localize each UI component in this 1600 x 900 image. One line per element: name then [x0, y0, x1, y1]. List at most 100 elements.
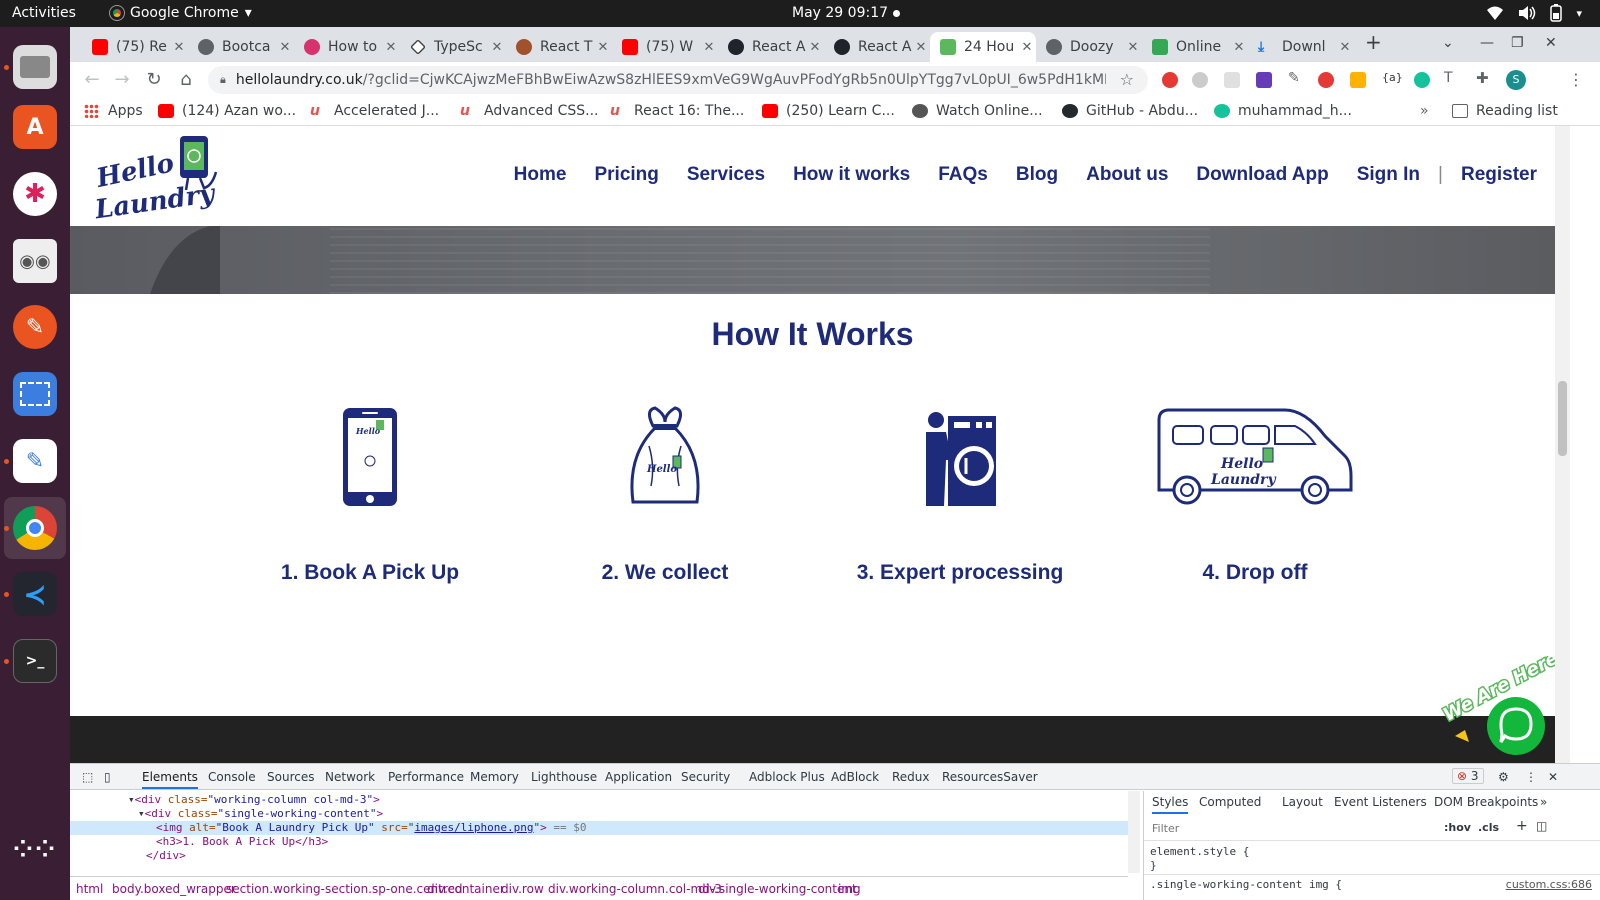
tab-computed[interactable]: Computed — [1199, 795, 1261, 809]
tab-event-listeners[interactable]: Event Listeners — [1334, 795, 1427, 809]
profile-avatar[interactable]: S — [1506, 70, 1526, 90]
bookmark-item[interactable]: (124) Azan wo... — [158, 103, 296, 119]
error-counter[interactable]: ⊗ 3 — [1452, 768, 1484, 784]
browser-tab[interactable]: React A ✕ — [824, 32, 930, 62]
close-icon[interactable]: ✕ — [1230, 40, 1248, 55]
crumb-item[interactable]: div.single-working-content — [698, 882, 857, 896]
address-bar[interactable]: 🔒︎ hellolaundry.co.uk/?gclid=CjwKCAjwzMe… — [208, 66, 1148, 94]
vscode-icon[interactable]: ≺ — [13, 572, 57, 616]
maximize-icon[interactable]: ❐ — [1511, 35, 1524, 51]
nav-pricing[interactable]: Pricing — [594, 164, 658, 186]
nav-blog[interactable]: Blog — [1016, 164, 1058, 186]
system-tray[interactable]: ▾ — [1486, 4, 1582, 22]
tab-sources[interactable]: Sources — [267, 770, 314, 784]
json-extension-icon[interactable]: {a} — [1382, 71, 1403, 87]
browser-tab[interactable]: TypeSc ✕ — [400, 32, 506, 62]
browser-tab[interactable]: React A ✕ — [718, 32, 824, 62]
close-icon[interactable]: ✕ — [1018, 40, 1036, 55]
nav-services[interactable]: Services — [687, 164, 765, 186]
bookmark-item[interactable]: u Advanced CSS... — [460, 103, 599, 119]
app-menu[interactable]: Google Chrome ▾ — [109, 5, 252, 21]
bookmark-apps[interactable]: Apps — [84, 103, 143, 119]
tab-memory[interactable]: Memory — [470, 770, 519, 784]
nav-sign-in[interactable]: Sign In — [1357, 164, 1420, 186]
close-icon[interactable]: ✕ — [806, 40, 824, 55]
crumb-item[interactable]: img — [838, 882, 861, 896]
close-icon[interactable]: ✕ — [276, 40, 294, 55]
document-viewer-icon[interactable]: ◉◉ — [13, 239, 57, 283]
tab-network[interactable]: Network — [325, 770, 375, 784]
close-icon[interactable]: ✕ — [594, 40, 612, 55]
dom-node[interactable]: <h3>1. Book A Pick Up</h3> — [70, 835, 1128, 849]
activities-button[interactable]: Activities — [12, 5, 76, 21]
chrome-dock-icon[interactable] — [13, 506, 57, 550]
tab-lighthouse[interactable]: Lighthouse — [531, 770, 597, 784]
scrollbar-thumb[interactable] — [1558, 381, 1567, 456]
tab-resourcessaver[interactable]: ResourcesSaver — [942, 770, 1038, 784]
bookmark-item[interactable]: u Accelerated J... — [310, 103, 439, 119]
browser-tab[interactable]: Online ✕ — [1142, 32, 1248, 62]
reload-icon[interactable]: ↻ — [142, 68, 166, 92]
devtools-close-icon[interactable]: ✕ — [1548, 770, 1558, 784]
show-applications-icon[interactable]: ⁘⁘ — [13, 827, 57, 871]
dom-node[interactable]: </div> — [70, 849, 1128, 863]
elements-scrollbar[interactable] — [1128, 791, 1140, 873]
close-icon[interactable]: ✕ — [488, 40, 506, 55]
nav-faqs[interactable]: FAQs — [938, 164, 988, 186]
dom-node-selected[interactable]: <img alt="Book A Laundry Pick Up" src="i… — [70, 821, 1128, 835]
add-rule-icon[interactable]: + — [1516, 818, 1528, 834]
settings-gear-icon[interactable]: ⚙ — [1498, 770, 1509, 784]
crumb-item[interactable]: div.container — [427, 882, 505, 896]
home-icon[interactable]: ⌂ — [174, 68, 198, 92]
back-icon[interactable]: ← — [80, 68, 104, 92]
browser-tab[interactable]: ⤓ Downl ✕ — [1248, 32, 1354, 62]
devtools-menu-icon[interactable]: ⋮ — [1525, 770, 1537, 784]
slack-icon[interactable]: ✱ — [13, 172, 57, 216]
tab-styles[interactable]: Styles — [1152, 795, 1189, 814]
close-icon[interactable]: ✕ — [1336, 40, 1354, 55]
hov-toggle[interactable]: :hov — [1444, 821, 1471, 834]
bookmark-item[interactable]: GitHub - Abdu... — [1062, 103, 1198, 119]
close-icon[interactable]: ✕ — [170, 40, 188, 55]
font-extension-icon[interactable]: T — [1444, 70, 1460, 86]
screenshot-icon[interactable] — [13, 372, 57, 416]
nav-download-app[interactable]: Download App — [1196, 164, 1328, 186]
tab-adblock[interactable]: AdBlock — [831, 770, 879, 784]
nav-register[interactable]: Register — [1461, 164, 1537, 186]
terminal-icon[interactable]: >_ — [13, 639, 57, 683]
tab-layout[interactable]: Layout — [1282, 795, 1323, 809]
close-icon[interactable]: ✕ — [382, 40, 400, 55]
page-scrollbar[interactable] — [1555, 126, 1570, 763]
code-link[interactable]: images/liphone.png — [414, 821, 533, 834]
nav-home[interactable]: Home — [514, 164, 567, 186]
dom-node[interactable]: ▾<div class="working-column col-md-3"> — [70, 793, 1128, 807]
bookmark-item[interactable]: (250) Learn C... — [762, 103, 895, 119]
adblock-plus-icon[interactable] — [1318, 72, 1334, 88]
tab-application[interactable]: Application — [605, 770, 672, 784]
browser-tab[interactable]: How to ✕ — [294, 32, 400, 62]
inspect-element-icon[interactable]: ⬚ — [82, 770, 93, 784]
extension-icon[interactable] — [1192, 72, 1208, 88]
text-editor-icon[interactable]: ✎ — [13, 439, 57, 483]
styles-filter-input[interactable] — [1148, 818, 1438, 838]
close-icon[interactable]: ✕ — [912, 40, 930, 55]
tab-search-icon[interactable]: ⌄ — [1442, 35, 1454, 51]
tab-adblock-plus[interactable]: Adblock Plus — [749, 770, 825, 784]
eyedropper-icon[interactable]: ✎ — [1288, 70, 1304, 86]
chat-widget[interactable]: We Are Here! — [1435, 642, 1555, 756]
reading-list-button[interactable]: Reading list — [1452, 103, 1558, 119]
browser-tab[interactable]: Bootca ✕ — [188, 32, 294, 62]
css-source-link[interactable]: custom.css:686 — [1506, 878, 1592, 891]
tab-elements[interactable]: Elements — [142, 770, 198, 789]
window-close-icon[interactable]: ✕ — [1545, 35, 1557, 51]
extension-icon[interactable] — [1224, 72, 1240, 88]
device-toolbar-icon[interactable]: ▯ — [104, 770, 111, 784]
dom-node[interactable]: ▾<div class="single-working-content"> — [70, 807, 1128, 821]
clock[interactable]: May 29 09:17 — [792, 5, 888, 21]
tab-security[interactable]: Security — [681, 770, 730, 784]
browser-tab[interactable]: Doozy ✕ — [1036, 32, 1142, 62]
browser-tab[interactable]: (75) Re ✕ — [82, 32, 188, 62]
puzzle-icon[interactable]: ✚ — [1476, 69, 1492, 87]
extension-icon[interactable] — [1350, 72, 1366, 88]
extension-icon[interactable] — [1256, 72, 1272, 88]
